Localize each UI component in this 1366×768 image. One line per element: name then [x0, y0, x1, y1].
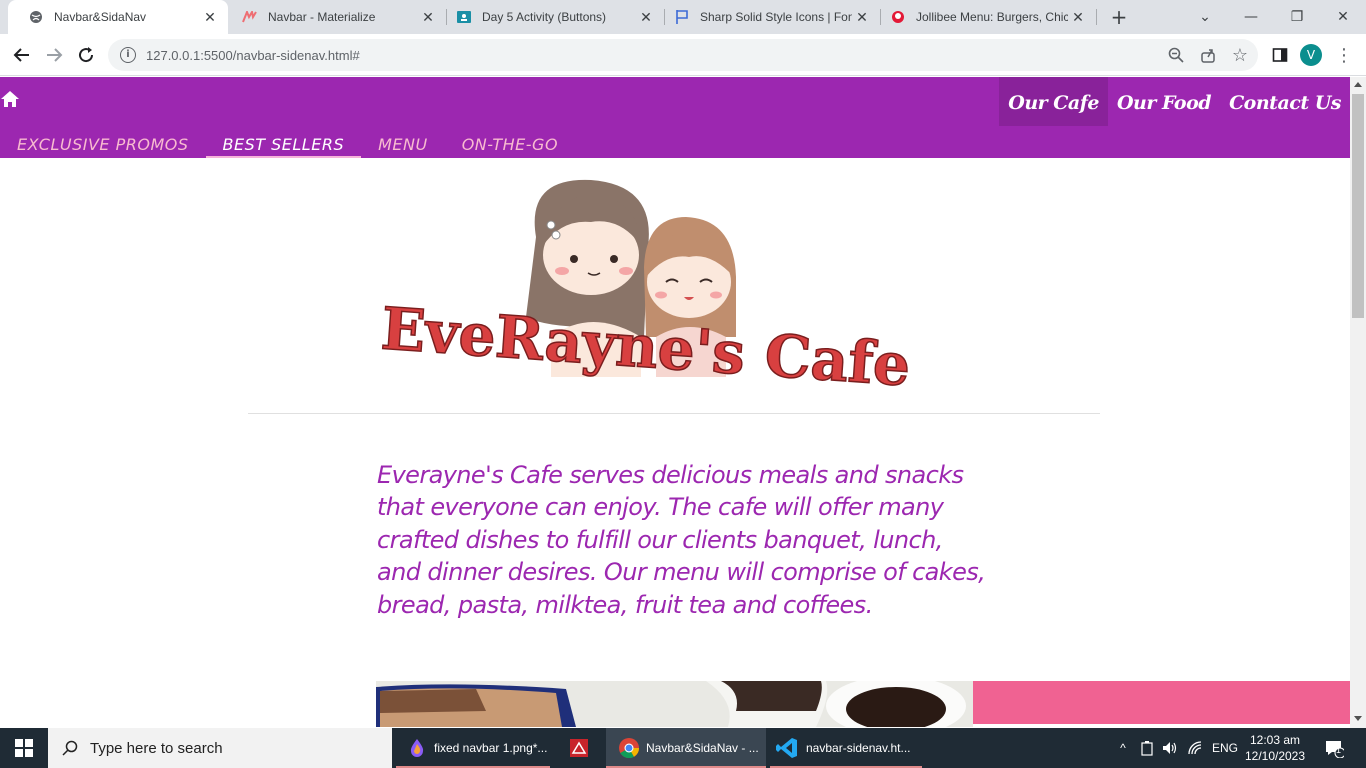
taskbar-app-label: fixed navbar 1.png*...	[434, 741, 548, 755]
profile-avatar[interactable]: V	[1300, 44, 1322, 66]
restore-icon[interactable]: ❐	[1274, 0, 1320, 34]
taskbar-app-paint[interactable]: fixed navbar 1.png*...	[396, 728, 550, 768]
taskbar-search-box[interactable]: Type here to search	[48, 728, 392, 768]
jollibee-icon	[890, 9, 906, 25]
section-divider	[248, 413, 1100, 414]
volume-icon[interactable]	[1161, 728, 1179, 768]
pink-accent-block	[973, 681, 1350, 724]
close-tab-icon[interactable]: ✕	[200, 9, 220, 26]
nav-link-contact-us[interactable]: Contact Us	[1220, 77, 1350, 126]
tab-search-chevron-icon[interactable]: ⌄	[1182, 0, 1228, 34]
back-arrow-icon[interactable]	[10, 43, 34, 67]
url-text: 127.0.0.1:5500/navbar-sidenav.html#	[146, 47, 360, 63]
clock-time: 12:03 am	[1249, 733, 1301, 747]
site-info-icon[interactable]: i	[120, 47, 136, 63]
tab-title: Sharp Solid Style Icons | Fon	[700, 10, 852, 24]
close-tab-icon[interactable]: ✕	[1068, 9, 1088, 26]
browser-tab-strip: Navbar&SidaNav ✕ Navbar - Materialize ✕ …	[0, 0, 1366, 34]
navbar: Our Cafe Our Food Contact Us Exclusive P…	[0, 77, 1350, 158]
close-tab-icon[interactable]: ✕	[636, 9, 656, 26]
paint-icon	[408, 738, 426, 758]
zoom-icon[interactable]	[1164, 43, 1188, 67]
tab-menu[interactable]: Menu	[361, 126, 445, 158]
more-menu-icon[interactable]: ⋮	[1332, 43, 1356, 67]
side-panel-icon[interactable]	[1268, 43, 1292, 67]
wifi-icon[interactable]	[1187, 728, 1205, 768]
browser-tab-navbar-sidanav[interactable]: Navbar&SidaNav ✕	[8, 0, 228, 34]
vscode-icon	[776, 737, 798, 759]
taskbar-app-label: navbar-sidenav.ht...	[806, 741, 911, 755]
browser-tab-fontawesome[interactable]: Sharp Solid Style Icons | Fon ✕	[654, 0, 880, 34]
search-icon	[62, 740, 78, 756]
clock-date: 12/10/2023	[1244, 749, 1306, 763]
minimize-icon[interactable]: —	[1228, 0, 1274, 34]
taskbar-app-chrome[interactable]: Navbar&SidaNav - ...	[606, 728, 766, 768]
scroll-down-arrow-icon[interactable]	[1354, 716, 1362, 721]
tab-title: Day 5 Activity (Buttons)	[482, 10, 607, 24]
reload-icon[interactable]	[74, 43, 98, 67]
web-page: Our Cafe Our Food Contact Us Exclusive P…	[0, 77, 1350, 727]
taskbar-app-label: Navbar&SidaNav - ...	[646, 741, 759, 755]
scrollbar-thumb[interactable]	[1352, 94, 1364, 318]
globe-icon	[28, 9, 44, 25]
search-placeholder: Type here to search	[90, 739, 223, 757]
browser-tab-materialize[interactable]: Navbar - Materialize ✕	[222, 0, 446, 34]
browser-tab-jollibee[interactable]: Jollibee Menu: Burgers, Chic ✕	[870, 0, 1096, 34]
new-tab-plus-icon[interactable]: +	[1108, 6, 1130, 28]
battery-tray-icon[interactable]	[1138, 728, 1156, 768]
classroom-icon	[456, 9, 472, 25]
tab-title: Jollibee Menu: Burgers, Chic	[916, 10, 1068, 24]
forward-arrow-icon[interactable]	[42, 43, 66, 67]
taskbar-app-pdf[interactable]	[558, 728, 600, 768]
tab-on-the-go[interactable]: On-The-Go	[445, 126, 575, 158]
bookmark-star-icon[interactable]: ☆	[1228, 43, 1252, 67]
nav-tabs: Exclusive Promos Best Sellers Menu On-Th…	[0, 126, 575, 158]
scroll-up-arrow-icon[interactable]	[1354, 82, 1362, 87]
tab-title: Navbar - Materialize	[268, 10, 376, 24]
close-tab-icon[interactable]: ✕	[852, 9, 872, 26]
cafe-logo: EveRayne's Cafe	[378, 179, 913, 400]
close-window-icon[interactable]: ✕	[1320, 0, 1366, 34]
about-paragraph: Everayne's Cafe serves delicious meals a…	[377, 461, 986, 619]
page-scrollbar[interactable]	[1350, 77, 1366, 728]
windows-taskbar: Type here to search fixed navbar 1.png*.…	[0, 728, 1366, 768]
address-bar[interactable]: i 127.0.0.1:5500/navbar-sidenav.html#	[108, 39, 1258, 71]
tray-overflow-chevron-icon[interactable]: ^	[1114, 728, 1132, 768]
share-icon[interactable]	[1196, 43, 1220, 67]
clock[interactable]: 12:03 am 12/10/2023	[1244, 728, 1306, 768]
tab-exclusive-promos[interactable]: Exclusive Promos	[0, 126, 206, 158]
close-tab-icon[interactable]: ✕	[418, 9, 438, 26]
chrome-icon	[618, 737, 640, 759]
notification-icon[interactable]: 1	[1322, 728, 1346, 768]
tab-separator	[1096, 9, 1097, 25]
tab-title: Navbar&SidaNav	[54, 10, 147, 24]
notification-count: 1	[1336, 745, 1342, 755]
flag-icon	[674, 9, 690, 25]
materialize-logo-icon	[242, 9, 258, 25]
food-photo	[376, 681, 973, 727]
browser-toolbar: i 127.0.0.1:5500/navbar-sidenav.html# ☆ …	[0, 34, 1366, 76]
home-icon[interactable]	[0, 89, 20, 109]
nav-link-our-cafe[interactable]: Our Cafe	[999, 77, 1108, 126]
nav-right-links: Our Cafe Our Food Contact Us	[999, 77, 1350, 126]
browser-tab-day5-activity[interactable]: Day 5 Activity (Buttons) ✕	[436, 0, 664, 34]
taskbar-app-vscode[interactable]: navbar-sidenav.ht...	[770, 728, 922, 768]
pdf-app-icon	[569, 738, 589, 758]
nav-link-our-food[interactable]: Our Food	[1108, 77, 1220, 126]
tab-best-sellers[interactable]: Best Sellers	[205, 126, 362, 158]
language-indicator[interactable]: ENG	[1212, 728, 1238, 768]
windows-start-icon[interactable]	[0, 728, 48, 768]
